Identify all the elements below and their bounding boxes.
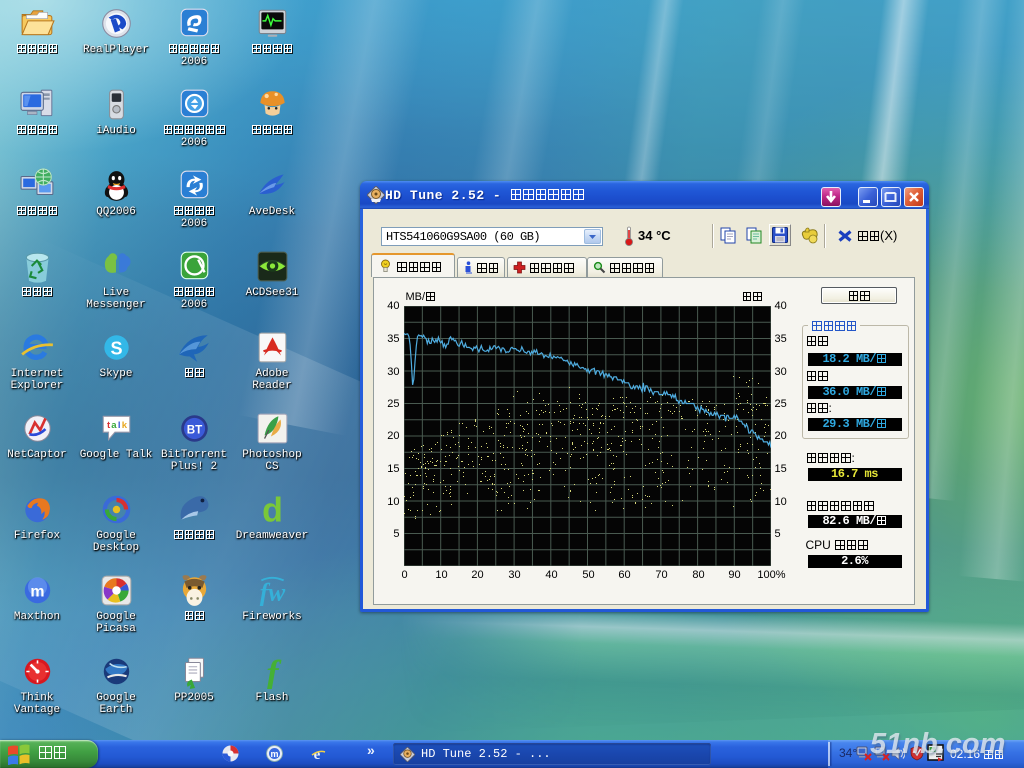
svg-text:BT: BT	[186, 423, 202, 436]
svg-text:d: d	[262, 492, 283, 527]
svg-text:e: e	[314, 747, 321, 762]
svg-text:m: m	[30, 583, 44, 600]
svg-text:fw: fw	[259, 578, 285, 607]
svg-text:f: f	[266, 654, 281, 689]
svg-text:S: S	[110, 338, 122, 358]
svg-text:k: k	[121, 420, 127, 431]
svg-text:m: m	[270, 749, 278, 759]
svg-text:a: a	[111, 420, 117, 431]
svg-text:l: l	[117, 420, 120, 431]
